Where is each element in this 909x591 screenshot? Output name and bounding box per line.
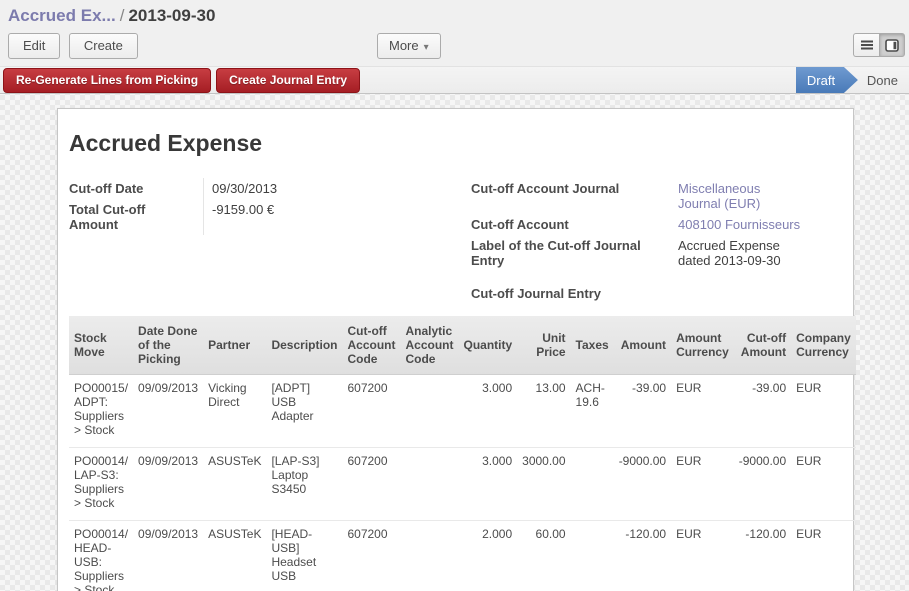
form-view-icon bbox=[885, 39, 899, 52]
more-button-label: More bbox=[389, 38, 419, 53]
column-header[interactable]: Amount Currency bbox=[671, 316, 734, 375]
table-row[interactable]: PO00015/​ADPT: Suppliers > Stock09/09/20… bbox=[69, 375, 856, 448]
create-button[interactable]: Create bbox=[69, 33, 138, 59]
cell[interactable]: ASUSTeK bbox=[203, 521, 266, 591]
create-journal-entry-button[interactable]: Create Journal Entry bbox=[216, 68, 360, 93]
field-value: -9159.00 € bbox=[204, 199, 470, 235]
field-group-left: Cut-off Date09/30/2013Total Cut-off Amou… bbox=[68, 178, 470, 304]
cell[interactable]: 09/09/2013 bbox=[133, 448, 203, 521]
cell[interactable]: PO00015/​ADPT: Suppliers > Stock bbox=[69, 375, 133, 448]
cell[interactable]: -39.00 bbox=[614, 375, 671, 448]
cell[interactable]: ACH-19.6 bbox=[571, 375, 614, 448]
field-area: Cut-off Date09/30/2013Total Cut-off Amou… bbox=[68, 178, 853, 304]
cell[interactable]: 607200 bbox=[342, 448, 400, 521]
column-header[interactable]: Description bbox=[266, 316, 342, 375]
status-state-draft[interactable]: Draft bbox=[796, 67, 858, 93]
field-value-link[interactable]: 408100 Fournisseurs bbox=[670, 214, 810, 235]
form-view-button[interactable] bbox=[879, 33, 905, 57]
cell[interactable]: 607200 bbox=[342, 521, 400, 591]
cell[interactable]: [ADPT] USB Adapter bbox=[266, 375, 342, 448]
cell[interactable]: ASUSTeK bbox=[203, 448, 266, 521]
cell[interactable]: -120.00 bbox=[734, 521, 791, 591]
cell[interactable]: [HEAD-USB] Headset USB bbox=[266, 521, 342, 591]
cell[interactable]: -9000.00 bbox=[614, 448, 671, 521]
list-view-icon bbox=[860, 39, 874, 51]
cutoff-lines-section: Stock MoveDate Done of the PickingPartne… bbox=[69, 316, 853, 591]
cell[interactable]: EUR bbox=[671, 448, 734, 521]
cell[interactable]: 3.000 bbox=[458, 448, 517, 521]
cutoff-lines-table: Stock MoveDate Done of the PickingPartne… bbox=[69, 316, 856, 591]
cell[interactable]: Vicking Direct bbox=[203, 375, 266, 448]
column-header[interactable]: Cut-off Account Code bbox=[342, 316, 400, 375]
field-label: Total Cut-off Amount bbox=[68, 199, 204, 235]
column-header[interactable]: Company Currency bbox=[791, 316, 856, 375]
column-header[interactable]: Partner bbox=[203, 316, 266, 375]
regenerate-lines-button[interactable]: Re-Generate Lines from Picking bbox=[3, 68, 211, 93]
field-label: Cut-off Journal Entry bbox=[470, 271, 670, 304]
table-header-row: Stock MoveDate Done of the PickingPartne… bbox=[69, 316, 856, 375]
edit-button[interactable]: Edit bbox=[8, 33, 60, 59]
view-switcher bbox=[853, 33, 905, 57]
breadcrumb-current: 2013-09-30 bbox=[128, 6, 215, 25]
column-header[interactable]: Taxes bbox=[571, 316, 614, 375]
cell[interactable]: EUR bbox=[791, 448, 856, 521]
cell[interactable]: [LAP-S3] Laptop S3450 bbox=[266, 448, 342, 521]
cell[interactable]: EUR bbox=[671, 521, 734, 591]
form-sheet: Accrued Expense Cut-off Date09/30/2013To… bbox=[57, 108, 854, 591]
cell[interactable]: EUR bbox=[791, 521, 856, 591]
table-row[interactable]: PO00014/​LAP-S3: Suppliers > Stock09/09/… bbox=[69, 448, 856, 521]
field-value bbox=[670, 271, 810, 304]
field-label: Cut-off Account bbox=[470, 214, 670, 235]
field-value: 09/30/2013 bbox=[204, 178, 470, 199]
field-label: Cut-off Account Journal bbox=[470, 178, 670, 214]
cell[interactable]: -9000.00 bbox=[734, 448, 791, 521]
breadcrumb: Accrued Ex.../2013-09-30 bbox=[0, 0, 909, 28]
table-row[interactable]: PO00014/​HEAD-USB: Suppliers > Stock09/0… bbox=[69, 521, 856, 591]
cell[interactable]: 60.00 bbox=[517, 521, 570, 591]
cell[interactable]: EUR bbox=[791, 375, 856, 448]
cell[interactable] bbox=[400, 521, 458, 591]
caret-down-icon: ▾ bbox=[424, 42, 429, 53]
cell[interactable]: 2.000 bbox=[458, 521, 517, 591]
field-value: Accrued Expense dated 2013-09-30 bbox=[670, 235, 810, 271]
cell[interactable] bbox=[400, 375, 458, 448]
page-title: Accrued Expense bbox=[69, 130, 853, 157]
cell[interactable]: PO00014/​LAP-S3: Suppliers > Stock bbox=[69, 448, 133, 521]
cell[interactable]: 607200 bbox=[342, 375, 400, 448]
more-button[interactable]: More ▾ bbox=[377, 33, 441, 59]
cell[interactable]: PO00014/​HEAD-USB: Suppliers > Stock bbox=[69, 521, 133, 591]
cell[interactable]: 3000.00 bbox=[517, 448, 570, 521]
list-view-button[interactable] bbox=[853, 33, 879, 57]
statusbar: DraftDone bbox=[796, 67, 909, 93]
column-header[interactable]: Cut-off Amount bbox=[734, 316, 791, 375]
breadcrumb-separator: / bbox=[116, 6, 129, 25]
column-header[interactable]: Quantity bbox=[458, 316, 517, 375]
field-label: Label of the Cut-off Journal Entry bbox=[470, 235, 670, 271]
cell[interactable]: -120.00 bbox=[614, 521, 671, 591]
cell[interactable]: 13.00 bbox=[517, 375, 570, 448]
field-label: Cut-off Date bbox=[68, 178, 204, 199]
column-header[interactable]: Unit Price bbox=[517, 316, 570, 375]
cell[interactable]: 09/09/2013 bbox=[133, 375, 203, 448]
cell[interactable]: 09/09/2013 bbox=[133, 521, 203, 591]
cell[interactable]: EUR bbox=[671, 375, 734, 448]
column-header[interactable]: Amount bbox=[614, 316, 671, 375]
cell[interactable] bbox=[571, 521, 614, 591]
status-state-done[interactable]: Done bbox=[858, 67, 909, 93]
column-header[interactable]: Analytic Account Code bbox=[400, 316, 458, 375]
column-header[interactable]: Date Done of the Picking bbox=[133, 316, 203, 375]
action-status-bar: Re-Generate Lines from Picking Create Jo… bbox=[0, 66, 909, 94]
cell[interactable] bbox=[400, 448, 458, 521]
cell[interactable]: -39.00 bbox=[734, 375, 791, 448]
cell[interactable]: 3.000 bbox=[458, 375, 517, 448]
top-bar: Accrued Ex.../2013-09-30 Edit Create Mor… bbox=[0, 0, 909, 94]
toolbar: Edit Create More ▾ bbox=[0, 28, 909, 66]
field-value-link[interactable]: Miscellaneous Journal (EUR) bbox=[670, 178, 810, 214]
column-header[interactable]: Stock Move bbox=[69, 316, 133, 375]
field-group-right: Cut-off Account JournalMiscellaneous Jou… bbox=[470, 178, 853, 304]
breadcrumb-parent-link[interactable]: Accrued Ex... bbox=[8, 6, 116, 25]
cell[interactable] bbox=[571, 448, 614, 521]
